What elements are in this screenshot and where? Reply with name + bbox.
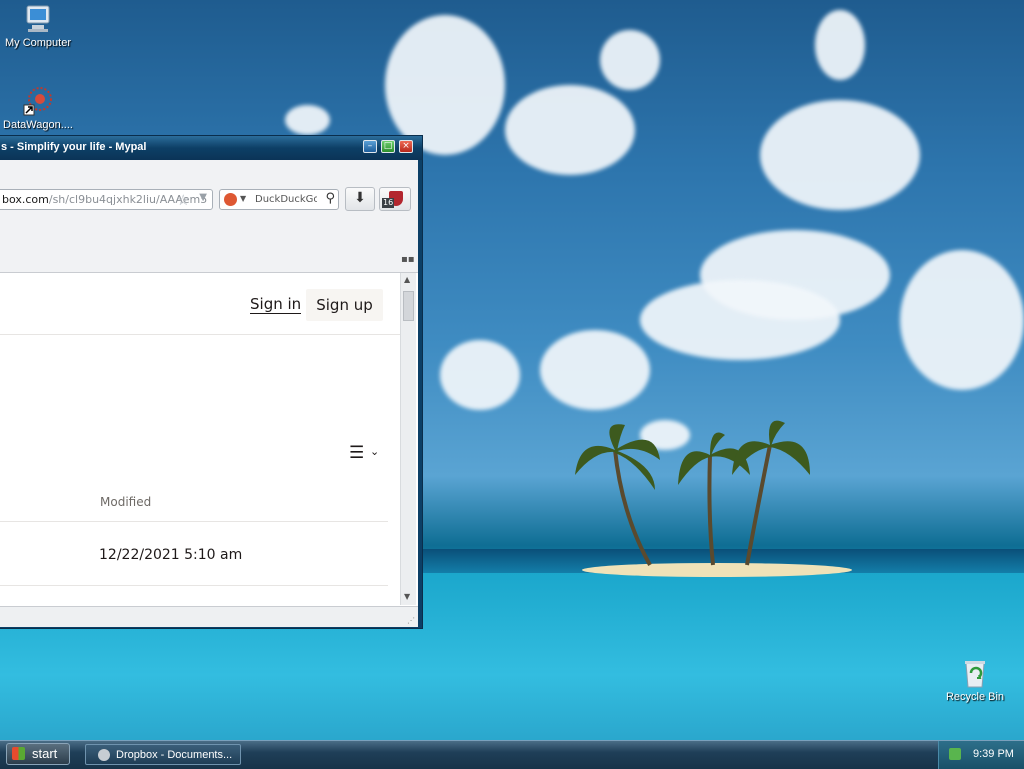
divider bbox=[0, 334, 400, 335]
resize-grip-icon[interactable]: ⋰ bbox=[407, 616, 415, 625]
sign-in-link[interactable]: Sign in bbox=[250, 295, 302, 314]
datawagon-shortcut-icon bbox=[22, 85, 54, 117]
system-tray: 9:39 PM bbox=[938, 741, 1024, 769]
sign-up-button[interactable]: Sign up bbox=[306, 289, 383, 321]
taskbar-item-label: Dropbox - Documents... bbox=[116, 749, 233, 761]
divider bbox=[0, 521, 388, 522]
desktop-icon-label: Recycle Bin bbox=[945, 691, 1005, 703]
start-button[interactable]: start bbox=[6, 743, 70, 765]
minimize-button[interactable]: – bbox=[363, 140, 377, 153]
chevron-down-icon[interactable]: ⌄ bbox=[370, 445, 379, 458]
adblock-button[interactable]: 16 bbox=[379, 187, 411, 211]
duckduckgo-icon[interactable] bbox=[224, 193, 237, 206]
download-button[interactable]: ⬇ bbox=[345, 187, 375, 211]
blocked-count-badge: 16 bbox=[382, 198, 395, 208]
window-titlebar[interactable]: s - Simplify your life - Mypal – □ × bbox=[0, 136, 422, 160]
download-arrow-icon: ⬇ bbox=[354, 190, 366, 206]
url-dropdown-icon[interactable]: ▼ bbox=[199, 192, 207, 203]
recycle-bin-icon bbox=[959, 657, 991, 689]
browser-toolbar: box.com/sh/cl9bu4qjxhk2liu/AAAem5 ☆ ▼ ▼ … bbox=[0, 160, 418, 273]
taskbar: start Dropbox - Documents... 9:39 PM bbox=[0, 740, 1024, 769]
search-input[interactable]: DuckDuckGo bbox=[255, 194, 317, 205]
scrollbar-thumb[interactable] bbox=[403, 291, 414, 321]
search-bar[interactable]: ▼ DuckDuckGo ⚲ bbox=[219, 189, 339, 210]
list-view-icon[interactable]: ☰ bbox=[349, 443, 364, 463]
close-button[interactable]: × bbox=[399, 140, 413, 153]
vertical-scrollbar[interactable]: ▲ ▼ bbox=[400, 273, 416, 605]
windows-logo-icon bbox=[12, 747, 25, 760]
tray-network-icon[interactable] bbox=[949, 748, 961, 760]
search-icon[interactable]: ⚲ bbox=[325, 191, 335, 206]
window-title: s - Simplify your life - Mypal bbox=[1, 141, 147, 153]
divider bbox=[0, 585, 388, 586]
browser-app-icon bbox=[98, 749, 110, 761]
palm-trees bbox=[575, 420, 810, 566]
desktop-icon-datawagon[interactable]: DataWagon.... bbox=[0, 85, 76, 131]
maximize-button[interactable]: □ bbox=[381, 140, 395, 153]
web-page: Sign in Sign up ☰ ⌄ Modified 12/22/2021 … bbox=[0, 273, 400, 605]
desktop-icon-label: DataWagon.... bbox=[3, 119, 73, 131]
browser-client-area: box.com/sh/cl9bu4qjxhk2liu/AAAem5 ☆ ▼ ▼ … bbox=[0, 160, 418, 627]
start-label: start bbox=[32, 746, 58, 761]
computer-icon bbox=[22, 3, 54, 35]
status-bar: ⋰ bbox=[0, 606, 418, 627]
scroll-down-icon[interactable]: ▼ bbox=[404, 592, 410, 601]
taskbar-item-dropbox[interactable]: Dropbox - Documents... bbox=[85, 744, 241, 765]
bookmark-star-icon[interactable]: ☆ bbox=[177, 191, 190, 209]
desktop-icon-my-computer[interactable]: My Computer bbox=[0, 3, 76, 49]
desktop-icon-recycle-bin[interactable]: Recycle Bin bbox=[937, 657, 1013, 703]
clock[interactable]: 9:39 PM bbox=[973, 748, 1014, 760]
column-header-modified[interactable]: Modified bbox=[100, 495, 151, 509]
scroll-up-icon[interactable]: ▲ bbox=[404, 275, 410, 284]
desktop-icon-label: My Computer bbox=[4, 37, 72, 49]
browser-window[interactable]: s - Simplify your life - Mypal – □ × box… bbox=[0, 135, 423, 629]
grid-menu-icon[interactable]: ▪▪ bbox=[401, 254, 415, 265]
modified-date-cell: 12/22/2021 5:10 am bbox=[99, 547, 243, 563]
search-engine-dropdown-icon[interactable]: ▼ bbox=[240, 194, 246, 203]
url-bar[interactable]: box.com/sh/cl9bu4qjxhk2liu/AAAem5 ☆ ▼ bbox=[0, 189, 213, 210]
